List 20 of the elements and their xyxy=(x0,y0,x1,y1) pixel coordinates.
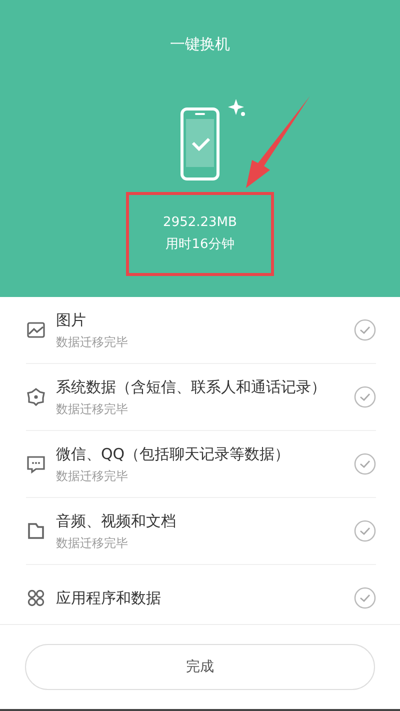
item-status: 数据迁移完毕 xyxy=(56,535,129,552)
phone-check-icon xyxy=(180,107,220,181)
elapsed-time: 用时16分钟 xyxy=(166,236,234,254)
sparkle-icon xyxy=(228,99,246,117)
item-status: 数据迁移完毕 xyxy=(56,401,129,418)
transfer-size: 2952.23MB xyxy=(163,214,237,232)
done-button[interactable]: 完成 xyxy=(25,644,375,690)
item-status: 数据迁移完毕 xyxy=(56,334,129,351)
folder-icon xyxy=(26,521,46,541)
item-title: 系统数据（含短信、联系人和通话记录） xyxy=(56,377,327,398)
item-status: 数据迁移完毕 xyxy=(56,468,129,485)
grid-icon xyxy=(26,588,46,608)
item-title: 微信、QQ（包括聊天记录等数据） xyxy=(56,444,291,465)
item-title: 音频、视频和文档 xyxy=(56,511,177,532)
item-title: 图片 xyxy=(56,310,87,331)
item-title: 应用程序和数据 xyxy=(56,588,162,608)
flower-icon xyxy=(26,387,46,407)
image-icon xyxy=(26,320,46,340)
chat-icon xyxy=(26,454,46,474)
screen-title: 一键换机 xyxy=(170,35,230,54)
